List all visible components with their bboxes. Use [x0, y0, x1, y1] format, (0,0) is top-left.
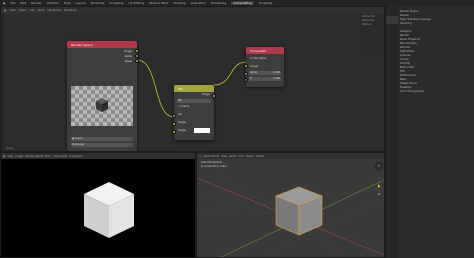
output-image-label: Image	[123, 50, 132, 53]
use-alpha-checkbox[interactable]: ☑ Use Alpha	[250, 57, 266, 60]
socket-rl-noise[interactable]	[135, 59, 139, 63]
view-layer-name: ViewLayer	[72, 143, 85, 146]
scene-name: Scene	[75, 137, 83, 140]
input-image2-label: Image	[178, 129, 187, 132]
render-properties-tab[interactable]	[386, 16, 398, 24]
compositor-node-editor[interactable]: ▦ View Select Add Node Use Nodes Backdro…	[0, 6, 385, 152]
render-result-cube	[84, 182, 134, 238]
3d-viewport[interactable]: ◳ Object Mode View Select Add Object Glo…	[196, 152, 385, 258]
properties-tab-strip	[386, 6, 398, 258]
blender-logo-icon[interactable]: ◆	[3, 1, 5, 5]
pan-hand-icon[interactable]: ✋	[376, 183, 382, 189]
socket-composite-image[interactable]	[244, 64, 248, 68]
view-layer-dropdown[interactable]: View Layer	[54, 155, 68, 158]
use-alpha-label: Use Alpha	[253, 57, 267, 60]
z-value-field[interactable]: Z 1.000	[249, 77, 281, 81]
render-layers-node[interactable]: Render Layers Image Alpha Noise ▣ Scene …	[67, 41, 137, 151]
link-mix-to-composite	[213, 61, 247, 86]
output-alpha-label: Alpha	[124, 55, 132, 58]
input-image1-label: Image	[178, 121, 187, 124]
input-fac-label: Fac	[178, 113, 183, 116]
tab-shading[interactable]: Shading	[173, 1, 185, 5]
alpha-value-field[interactable]: Alpha 1.000	[249, 71, 281, 75]
mix-output-label: Image	[201, 93, 210, 96]
prop-color-management[interactable]: Color Management	[400, 90, 474, 94]
blend-mode-dropdown[interactable]: Mix	[177, 99, 211, 103]
socket-mix-image1[interactable]	[172, 122, 176, 126]
viewport-scene	[197, 172, 384, 257]
zoom-icon[interactable]: ⌕	[376, 175, 382, 181]
menu-image[interactable]: Image	[15, 155, 23, 158]
render-layers-node-header[interactable]: Render Layers	[67, 41, 137, 48]
tab-rendering[interactable]: Rendering	[211, 1, 226, 5]
image2-color-swatch[interactable]	[194, 128, 210, 133]
image-editor-type-icon[interactable]: ▣	[3, 155, 5, 158]
menu-window[interactable]: Window	[47, 1, 59, 5]
menu-render[interactable]: Render	[31, 1, 42, 5]
composite-node-header[interactable]: Composite	[246, 47, 284, 54]
clamp-checkbox[interactable]: ☐ Clamp	[178, 105, 189, 108]
socket-mix-output[interactable]	[212, 94, 216, 98]
image-editor-header: ▣ View Image Render Result Slot 1 View L…	[1, 153, 195, 159]
image-name-field[interactable]: Render Result	[25, 155, 42, 158]
input-image-label: Image	[250, 65, 259, 68]
alpha-value: 1.000	[273, 71, 280, 74]
menu-edit[interactable]: Edit	[20, 1, 26, 5]
alpha-label: Alpha	[250, 71, 257, 74]
link-image-to-mix	[136, 59, 175, 118]
clamp-label: Clamp	[181, 105, 190, 108]
tab-layout[interactable]: Layout	[76, 1, 86, 5]
preview-cube	[96, 98, 108, 112]
tab-texture-paint[interactable]: Texture Paint	[149, 1, 168, 5]
menu-file[interactable]: File	[10, 1, 15, 5]
menu-help[interactable]: Help	[64, 1, 71, 5]
tab-compositing[interactable]: Compositing	[231, 1, 255, 5]
node-editor-footer: Scene	[6, 147, 14, 150]
tab-scripting[interactable]: Scripting	[259, 1, 272, 5]
composite-node[interactable]: Composite ☑ Use Alpha Image Alpha 1.000 …	[246, 47, 284, 87]
socket-mix-fac[interactable]	[172, 114, 176, 118]
socket-composite-z[interactable]	[244, 78, 248, 82]
pass-dropdown[interactable]: Combined	[69, 155, 82, 158]
mix-node-header[interactable]: Mix	[174, 85, 214, 92]
camera-icon[interactable]: ▰	[376, 191, 382, 197]
socket-composite-alpha[interactable]	[244, 72, 248, 76]
mix-node[interactable]: Mix Image Mix ☐ Clamp Fac Image Image	[174, 85, 214, 140]
socket-mix-image2[interactable]	[172, 130, 176, 134]
slot-dropdown[interactable]: Slot 1	[45, 155, 52, 158]
properties-panel[interactable]: Render Engine Device Open Shading Langua…	[385, 6, 474, 258]
z-label: Z	[250, 77, 252, 80]
view-layer-selector[interactable]: ViewLayer	[71, 143, 133, 147]
selected-cube[interactable]	[275, 186, 323, 236]
render-layers-node-title: Render Layers	[71, 42, 93, 47]
output-noise-label: Noise	[124, 60, 132, 63]
tab-animation[interactable]: Animation	[191, 1, 206, 5]
composite-node-title: Composite	[250, 48, 267, 53]
scene-selector[interactable]: ▣ Scene	[71, 137, 133, 141]
tab-sculpting[interactable]: Sculpting	[109, 1, 123, 5]
mix-node-title: Mix	[178, 86, 184, 91]
z-value: 1.000	[273, 77, 280, 80]
socket-rl-alpha[interactable]	[135, 54, 139, 58]
tab-modeling[interactable]: Modeling	[91, 1, 105, 5]
render-properties-list: Render Engine Device Open Shading Langua…	[400, 10, 474, 94]
menu-image-view[interactable]: View	[7, 155, 13, 158]
navigation-gizmo-icon[interactable]: ✛	[374, 161, 384, 171]
socket-rl-image[interactable]	[135, 49, 139, 53]
tab-uv-editing[interactable]: UV Editing	[128, 1, 144, 5]
image-editor[interactable]: ▣ View Image Render Result Slot 1 View L…	[0, 152, 196, 258]
